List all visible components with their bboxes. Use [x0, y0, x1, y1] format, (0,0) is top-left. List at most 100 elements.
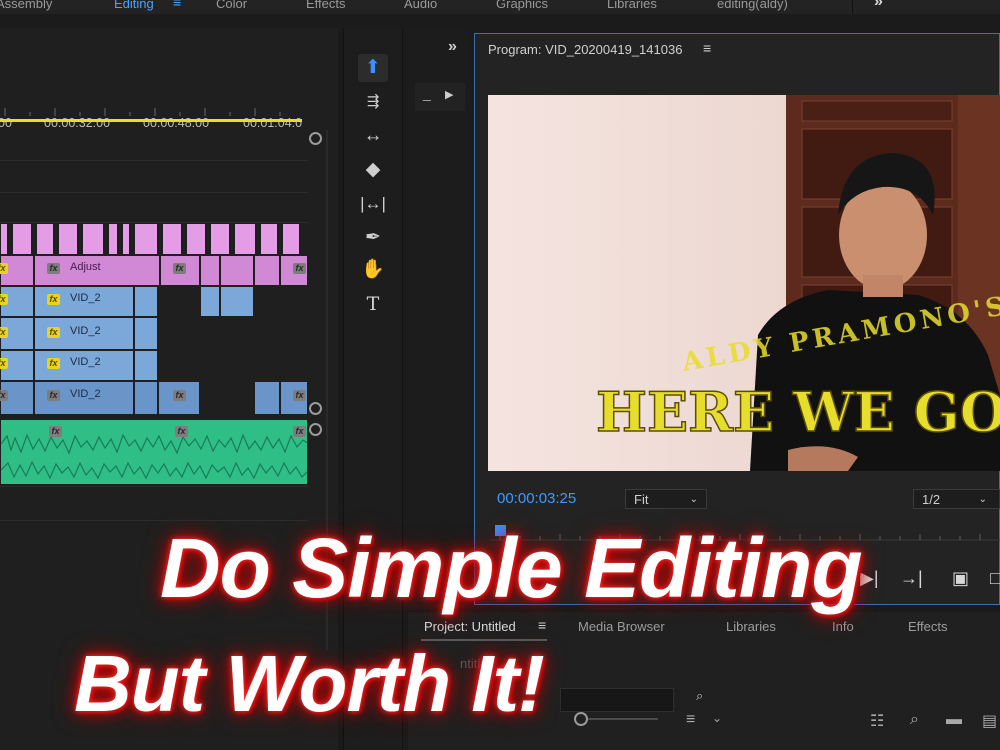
type-icon[interactable]: T: [358, 290, 388, 318]
program-menu-icon[interactable]: ≡: [703, 40, 711, 56]
adjustment-clip[interactable]: fx Adjust: [34, 256, 160, 285]
workspace-tab-effects[interactable]: Effects: [306, 0, 346, 11]
clip-label: Adjust: [70, 261, 101, 273]
pen-icon[interactable]: ✒: [358, 224, 388, 252]
timeline-clip[interactable]: fx: [0, 351, 34, 380]
timeline-clip[interactable]: fx: [160, 256, 200, 285]
timeline-clip[interactable]: fx: [280, 256, 308, 285]
workspace-tab-editing[interactable]: Editing: [114, 0, 154, 11]
double-chevron-right-icon[interactable]: »: [448, 38, 457, 56]
project-search-input[interactable]: [560, 688, 674, 712]
program-monitor-title[interactable]: Program: VID_20200419_141036: [488, 42, 682, 57]
workspace-tab-assembly[interactable]: Assembly: [0, 0, 52, 11]
timeline-clip[interactable]: [12, 224, 32, 254]
extract-icon[interactable]: □: [990, 568, 1000, 589]
video-clip[interactable]: fx VID_2: [34, 287, 134, 316]
workspace-tab-color[interactable]: Color: [216, 0, 247, 11]
timeline-clip[interactable]: [122, 224, 130, 254]
timeline-clip[interactable]: [108, 224, 118, 254]
timeline-clip[interactable]: [134, 382, 158, 414]
timeline-clip[interactable]: [186, 224, 206, 254]
timeline-clip[interactable]: [36, 224, 54, 254]
fx-badge-icon: fx: [0, 358, 8, 369]
fx-badge-icon: fx: [47, 358, 60, 369]
fx-badge-icon: fx: [47, 263, 60, 274]
timeline-clip[interactable]: fx: [158, 382, 200, 414]
timeline-clip[interactable]: [254, 382, 280, 414]
timeline-clip[interactable]: [134, 287, 158, 316]
freeform-view-icon[interactable]: ☷: [870, 711, 884, 731]
play-small-icon[interactable]: ▶: [445, 88, 453, 101]
tab-project[interactable]: Project: Untitled: [424, 619, 516, 634]
chevron-down-icon[interactable]: ⌄: [712, 711, 722, 725]
timeline-clip[interactable]: [220, 287, 254, 316]
lift-icon[interactable]: ▣: [952, 568, 969, 589]
timeline-clip[interactable]: [200, 287, 220, 316]
hand-icon[interactable]: ✋: [358, 256, 388, 284]
timeline-clip[interactable]: fx: [0, 287, 34, 316]
zoom-handle-top[interactable]: [309, 132, 322, 145]
tab-effects[interactable]: Effects: [908, 619, 948, 634]
track-height-handle[interactable]: [309, 402, 322, 415]
zoom-select[interactable]: Fit ⌄: [625, 489, 707, 509]
timeline-clip[interactable]: [134, 224, 158, 254]
timeline-clip[interactable]: [58, 224, 78, 254]
workspace-tab-audio[interactable]: Audio: [404, 0, 437, 11]
tab-libraries[interactable]: Libraries: [726, 619, 776, 634]
timeline-clip[interactable]: fx: [0, 256, 34, 285]
audio-clip[interactable]: fx fx fx: [0, 420, 308, 484]
workspace-tab-editing-aldy[interactable]: editing(aldy): [717, 0, 788, 11]
time-ruler[interactable]: [0, 108, 305, 116]
fx-badge-icon: fx: [173, 390, 186, 401]
timeline-clip[interactable]: [200, 256, 220, 285]
double-chevron-right-icon[interactable]: »: [874, 0, 883, 11]
selection-tool-icon[interactable]: ⬆: [358, 54, 388, 82]
zoom-slider-handle[interactable]: [574, 712, 588, 726]
timeline-clip[interactable]: [82, 224, 104, 254]
search-icon[interactable]: ⌕: [696, 688, 703, 704]
fx-badge-icon: fx: [293, 390, 306, 401]
razor-icon[interactable]: ◆: [358, 156, 388, 184]
tab-info[interactable]: Info: [832, 619, 854, 634]
ripple-edit-icon[interactable]: ↔: [358, 122, 388, 150]
timeline-clip[interactable]: [282, 224, 300, 254]
video-clip[interactable]: fx VID_2: [34, 318, 134, 349]
work-area-bar[interactable]: [0, 119, 302, 122]
video-clip[interactable]: fx VID_2: [34, 351, 134, 380]
timeline-clip[interactable]: [0, 224, 8, 254]
track-height-handle[interactable]: [309, 423, 322, 436]
timeline-clip[interactable]: [162, 224, 182, 254]
timeline-clip[interactable]: fx: [0, 382, 34, 414]
workspace-tab-libraries[interactable]: Libraries: [607, 0, 657, 11]
timeline-clip[interactable]: fx: [0, 318, 34, 349]
chevron-down-icon: ⌄: [689, 494, 698, 505]
track-select-icon[interactable]: ⇶: [358, 88, 388, 116]
timeline-clip[interactable]: [134, 351, 158, 380]
zoom-slider-track[interactable]: [588, 718, 658, 720]
new-item-icon[interactable]: ▤: [982, 711, 997, 731]
search-icon[interactable]: ⌕: [910, 711, 919, 729]
fx-badge-icon: fx: [47, 327, 60, 338]
resolution-select[interactable]: 1/2 ⌄: [913, 489, 1000, 509]
step-forward-icon[interactable]: ▶|: [860, 568, 879, 589]
video-title-large: HERE WE GO AGA: [596, 380, 1000, 444]
minus-icon[interactable]: _: [423, 85, 431, 101]
timeline-clip[interactable]: [220, 256, 254, 285]
new-bin-icon[interactable]: ▬: [946, 711, 962, 729]
timeline-clip[interactable]: [210, 224, 230, 254]
slip-icon[interactable]: |↔|: [358, 190, 388, 218]
sort-icon[interactable]: ≡: [686, 711, 695, 729]
timeline-clip[interactable]: [260, 224, 278, 254]
tab-media-browser[interactable]: Media Browser: [578, 619, 665, 634]
timeline-clip[interactable]: [234, 224, 256, 254]
timeline-clip[interactable]: fx: [280, 382, 308, 414]
go-to-out-icon[interactable]: →|: [900, 568, 923, 589]
project-menu-icon[interactable]: ≡: [538, 617, 546, 633]
video-clip[interactable]: fx VID_2: [34, 382, 134, 414]
timeline-clip[interactable]: [254, 256, 280, 285]
playhead-timecode[interactable]: 00:00:03:25: [497, 490, 576, 507]
workspace-menu-icon[interactable]: ≡: [173, 0, 181, 10]
video-preview[interactable]: ALDY PRAMONO'S HERE WE GO AGA: [488, 95, 1000, 471]
workspace-tab-graphics[interactable]: Graphics: [496, 0, 548, 11]
timeline-clip[interactable]: [134, 318, 158, 349]
